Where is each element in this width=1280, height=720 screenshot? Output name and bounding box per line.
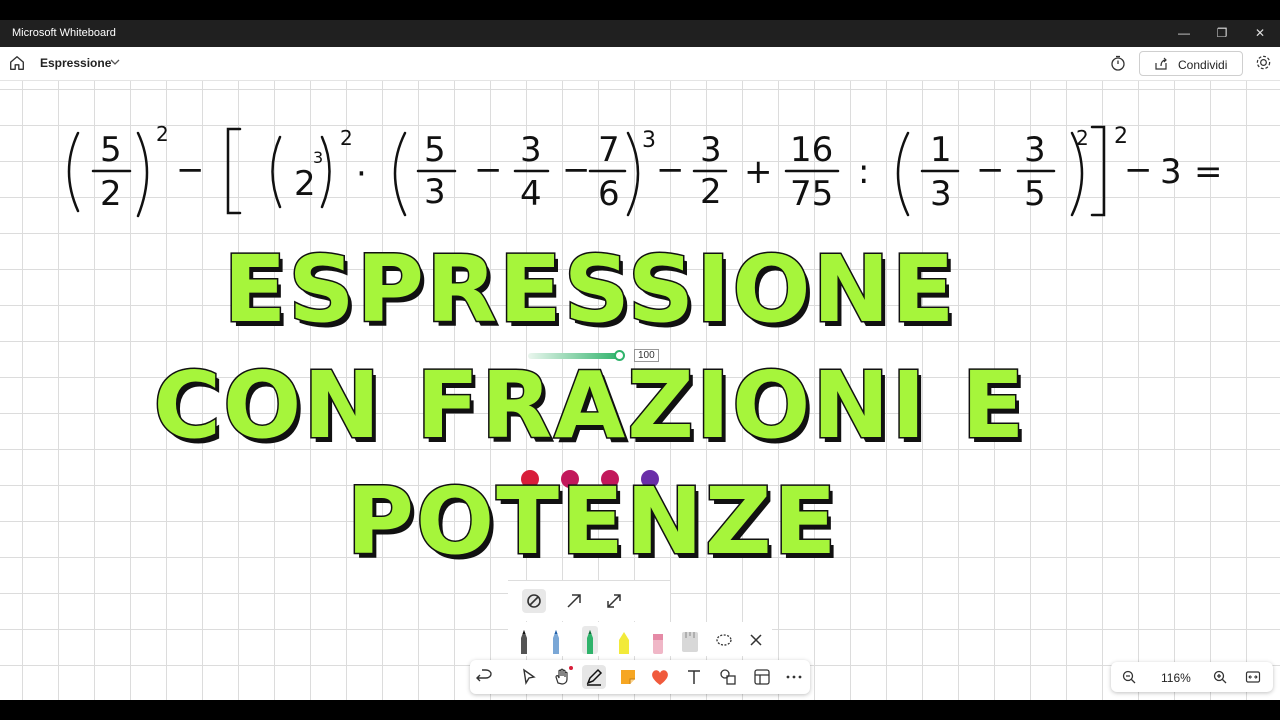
f6-denominator: 3 (930, 174, 952, 214)
overlay-title-line-2: CON FRAZIONI E (152, 351, 1027, 461)
board-name[interactable]: Espressione (40, 56, 111, 70)
chevron-down-icon[interactable] (109, 56, 121, 68)
no-arrow-button[interactable] (522, 589, 546, 613)
close-pen-tray-icon[interactable] (746, 626, 766, 654)
green-pen-icon[interactable] (580, 626, 600, 654)
op-minus-1: − (176, 150, 205, 190)
f1-denominator: 3 (424, 172, 446, 212)
ruler-icon[interactable] (680, 626, 700, 654)
bottom-toolbar (470, 660, 810, 694)
double-arrow-icon (607, 594, 621, 608)
op-minus-4: − (656, 150, 685, 190)
math-expression: 5 2 2 − 2 3 2 · 5 3 − 3 4 − 7 6 3 − 3 2 … (67, 122, 1223, 218)
app-toolbar: Espressione Condividi (0, 47, 1280, 81)
window-titlebar: Microsoft Whiteboard — ❐ ✕ (0, 20, 1280, 47)
share-icon (1155, 57, 1167, 70)
double-arrow-button[interactable] (602, 589, 626, 613)
f5-denominator: 75 (790, 174, 833, 214)
fit-to-screen-icon[interactable] (1245, 669, 1261, 685)
f4-denominator: 2 (700, 172, 722, 212)
more-options-icon[interactable] (782, 665, 806, 689)
overlay-title-line-1: ESPRESSIONE (222, 235, 957, 345)
f6-numerator: 1 (930, 130, 952, 170)
pen-icon (586, 668, 603, 686)
pen-tray (508, 622, 772, 656)
zoom-level: 116% (1161, 671, 1191, 685)
op-minus-2: − (474, 150, 503, 190)
eraser-icon[interactable] (648, 626, 668, 654)
f3-numerator: 7 (598, 130, 620, 170)
f3-denominator: 6 (598, 174, 620, 214)
f1-numerator: 5 (424, 130, 446, 170)
zoom-in-icon[interactable] (1212, 669, 1228, 685)
restore-button[interactable]: ❐ (1203, 20, 1241, 47)
f2-denominator: 4 (520, 174, 542, 214)
op-plus: + (744, 152, 773, 192)
pen-tool-button[interactable] (582, 665, 606, 689)
reactions-heart-icon[interactable] (648, 665, 672, 689)
minimize-button[interactable]: — (1165, 20, 1203, 47)
gear-icon[interactable] (1255, 54, 1272, 71)
text-icon[interactable] (682, 665, 706, 689)
bracket-exponent: 2 (1114, 124, 1128, 149)
select-pointer-icon[interactable] (516, 665, 540, 689)
power-inner-exponent: 3 (313, 148, 323, 167)
home-icon[interactable] (8, 54, 26, 72)
last-term: 3 (1160, 152, 1182, 192)
arrow-up-right-icon (567, 594, 581, 608)
zoom-out-icon[interactable] (1121, 669, 1137, 685)
share-button[interactable]: Condividi (1139, 51, 1243, 76)
app-title: Microsoft Whiteboard (12, 27, 116, 39)
timer-icon[interactable] (1110, 55, 1126, 71)
f5-numerator: 16 (790, 130, 833, 170)
undo-icon[interactable] (472, 665, 496, 689)
term1-exponent: 2 (156, 122, 169, 146)
shapes-icon[interactable] (716, 665, 740, 689)
group1-exponent: 3 (642, 128, 656, 153)
pan-hand-icon[interactable] (550, 665, 574, 689)
op-minus-7: − (1124, 150, 1153, 190)
arrow-end-button[interactable] (562, 589, 586, 613)
power-outer-exponent: 2 (340, 126, 353, 150)
overlay-title-line-3: POTENZE (345, 467, 839, 577)
close-window-button[interactable]: ✕ (1241, 20, 1279, 47)
blue-pen-icon[interactable] (546, 626, 566, 654)
no-line-end-icon (527, 594, 541, 608)
term1-denominator: 2 (100, 174, 122, 214)
f4-numerator: 3 (700, 130, 722, 170)
op-minus-3: − (562, 150, 591, 190)
sticky-note-icon[interactable] (616, 665, 640, 689)
group2-exponent: 2 (1076, 126, 1089, 150)
pen-options-panel (508, 580, 670, 621)
f7-denominator: 5 (1024, 174, 1046, 214)
term1-numerator: 5 (100, 130, 122, 170)
yellow-highlighter-icon[interactable] (614, 626, 634, 654)
lasso-select-icon[interactable] (714, 626, 734, 654)
bottom-frame (0, 700, 1280, 720)
f2-numerator: 3 (520, 130, 542, 170)
equals-sign: = (1194, 152, 1223, 192)
multiplication-dot: · (356, 154, 367, 194)
black-pen-icon[interactable] (514, 626, 534, 654)
zoom-controls: 116% (1111, 662, 1273, 692)
share-label: Condividi (1178, 58, 1228, 72)
f7-numerator: 3 (1024, 130, 1046, 170)
templates-icon[interactable] (750, 665, 774, 689)
division-colon: : (858, 152, 869, 192)
power-base: 2 (294, 164, 316, 204)
op-minus-6: − (976, 150, 1005, 190)
